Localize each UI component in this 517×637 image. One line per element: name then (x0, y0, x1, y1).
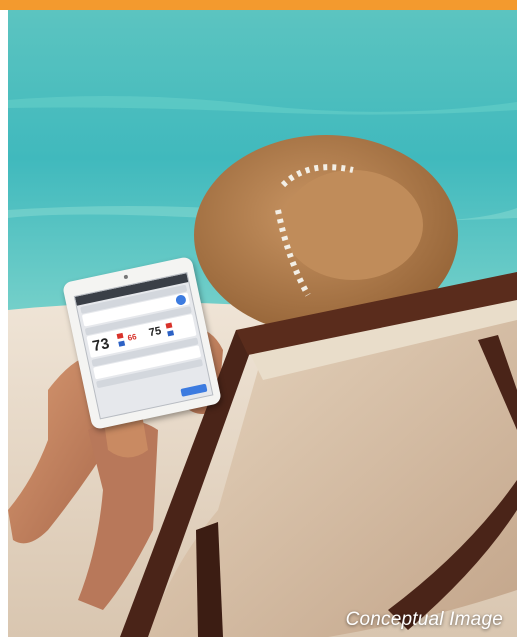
current-temperature: 73 (90, 335, 111, 356)
cool-setpoint: 75 (147, 324, 163, 340)
screen-button (180, 383, 208, 397)
beach-photo: 73 66 75 Conceptual Image (8, 10, 517, 637)
cool-down-icon (167, 330, 175, 337)
play-icon (174, 294, 187, 306)
heat-up-icon (116, 332, 124, 339)
ad-image-frame: 73 66 75 Conceptual Image (0, 0, 517, 637)
heat-setpoint: 66 (126, 332, 138, 343)
heat-down-icon (118, 340, 126, 347)
photo-caption: Conceptual Image (345, 609, 503, 630)
cool-up-icon (165, 322, 173, 329)
orange-top-bar (0, 0, 517, 10)
